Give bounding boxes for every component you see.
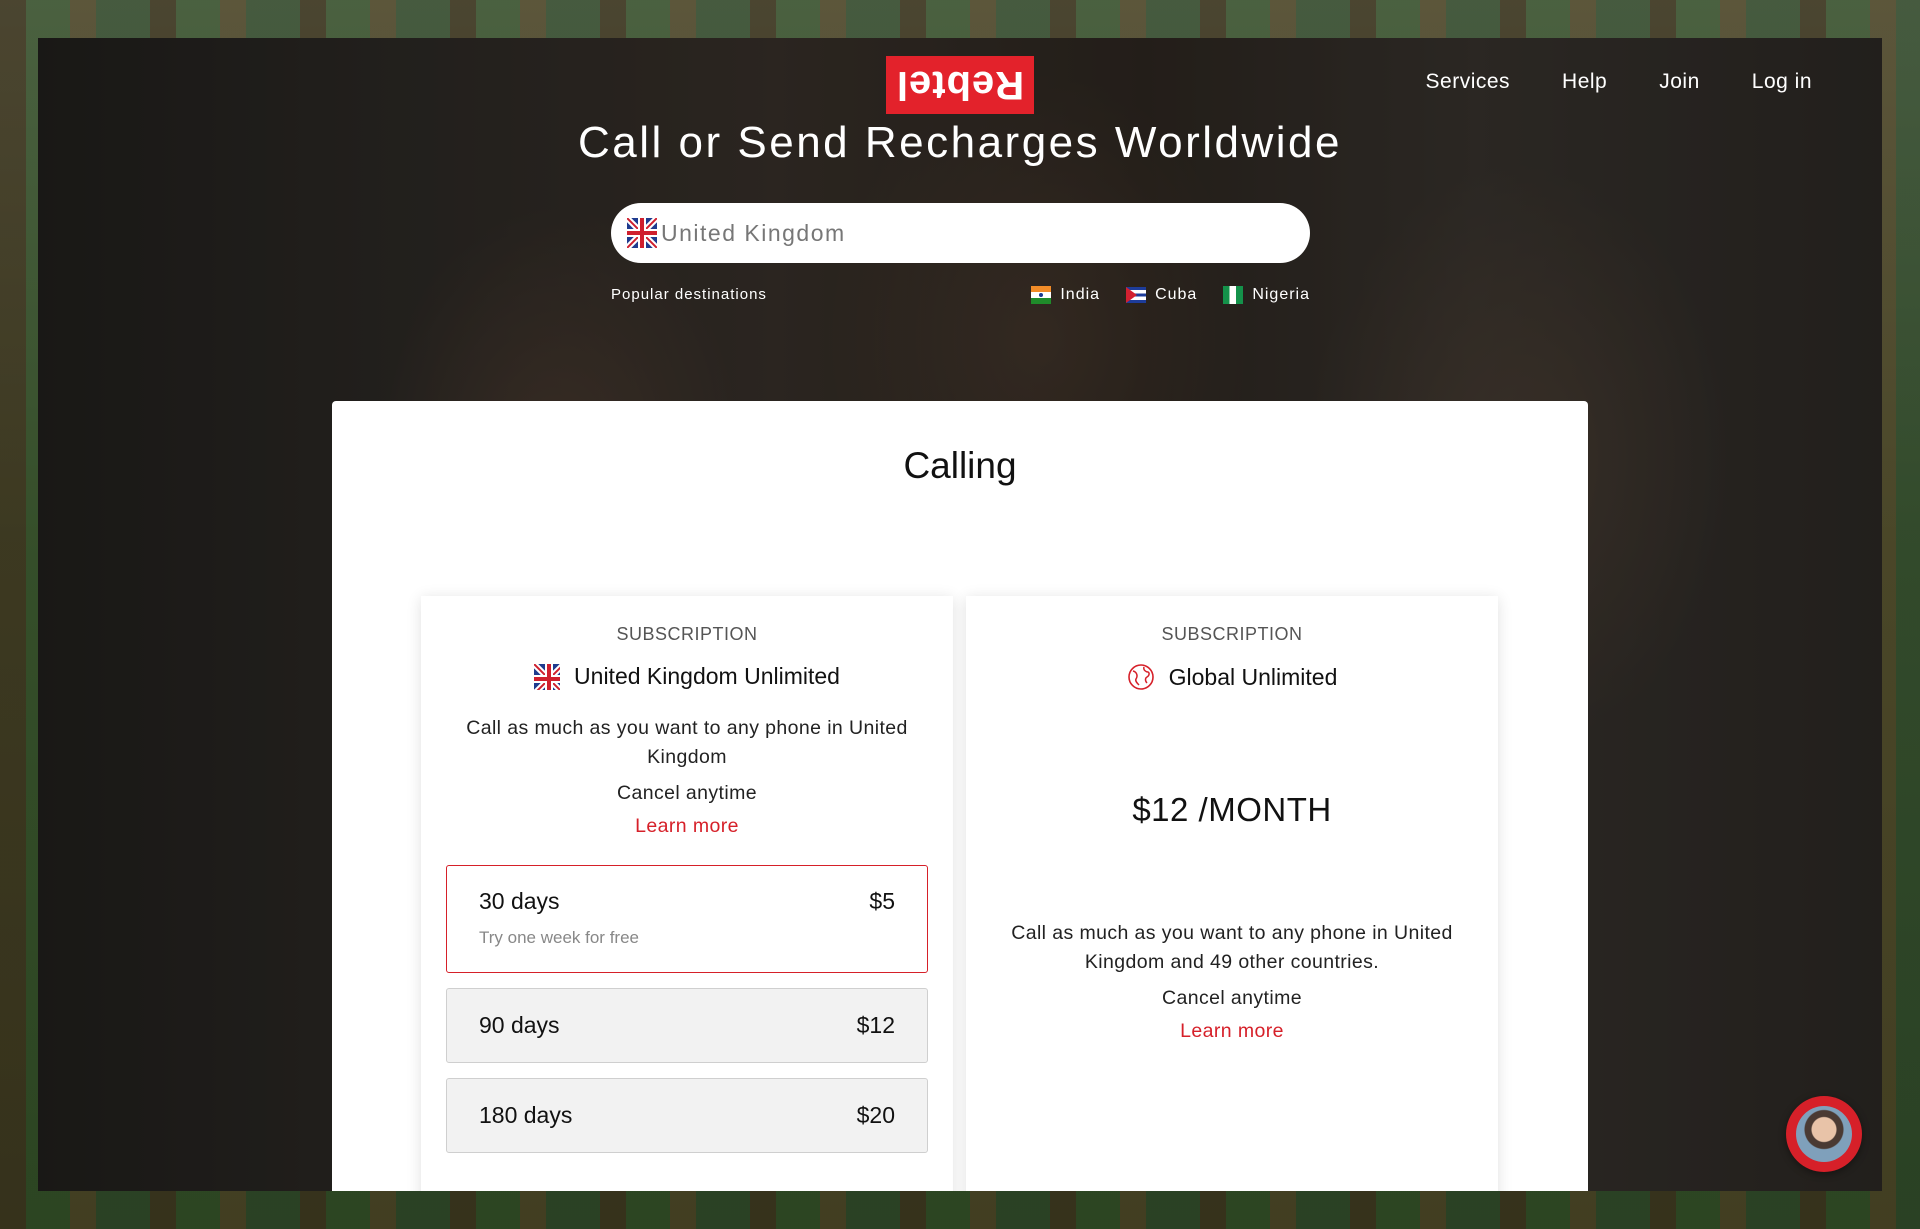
option-180-days[interactable]: 180 days $20	[446, 1078, 928, 1153]
popular-destinations-label: Popular destinations	[611, 286, 767, 303]
page-viewport: Rebtel Services Help Join Log in Call or…	[38, 38, 1882, 1191]
plan-title: Global Unlimited	[966, 663, 1498, 691]
plan-title: United Kingdom Unlimited	[421, 663, 953, 690]
destination-nigeria[interactable]: Nigeria	[1223, 286, 1310, 304]
destination-label: Nigeria	[1252, 286, 1310, 303]
plan-cancel-note: Cancel anytime	[617, 782, 757, 804]
nav-join[interactable]: Join	[1659, 70, 1700, 94]
calling-card: Calling SUBSCRIPTION United Kingdom Unli…	[332, 401, 1588, 1191]
uk-flag-icon	[534, 663, 561, 690]
plan-cancel-note: Cancel anytime	[1162, 987, 1302, 1009]
plan-uk-unlimited: SUBSCRIPTION United Kingdom Unlimited Ca…	[421, 596, 953, 1191]
plan-price: $12 /MONTH	[1132, 791, 1332, 828]
destination-label: India	[1060, 286, 1101, 303]
destination-india[interactable]: India	[1031, 286, 1100, 304]
option-price: $20	[856, 1102, 895, 1128]
nav-login[interactable]: Log in	[1752, 70, 1812, 94]
uk-flag-icon	[627, 218, 657, 248]
plan-title-text: United Kingdom Unlimited	[574, 663, 840, 689]
india-flag-icon	[1031, 286, 1052, 304]
option-30-days[interactable]: 30 days $5 Try one week for free	[446, 865, 928, 973]
option-duration: 30 days	[479, 888, 560, 914]
option-trial-note: Try one week for free	[479, 928, 639, 947]
plan-description: Call as much as you want to any phone in…	[1011, 922, 1453, 973]
option-duration: 180 days	[479, 1102, 573, 1128]
learn-more-link[interactable]: Learn more	[421, 815, 953, 838]
nigeria-flag-icon	[1223, 286, 1244, 304]
option-price: $12	[856, 1012, 895, 1038]
top-nav: Services Help Join Log in	[1426, 70, 1812, 94]
cuba-flag-icon	[1126, 287, 1147, 303]
destination-label: Cuba	[1155, 286, 1198, 303]
rebtel-logo[interactable]: Rebtel	[886, 56, 1034, 114]
option-duration: 90 days	[479, 1012, 560, 1038]
chat-support-button[interactable]	[1786, 1096, 1862, 1172]
plan-kicker: SUBSCRIPTION	[1161, 624, 1303, 644]
option-90-days[interactable]: 90 days $12	[446, 988, 928, 1063]
globe-icon	[1127, 664, 1154, 690]
duration-options: 30 days $5 Try one week for free 90 days…	[421, 865, 953, 1153]
chat-avatar-icon	[1796, 1106, 1852, 1162]
destination-cuba[interactable]: Cuba	[1126, 286, 1197, 304]
nav-services[interactable]: Services	[1426, 70, 1511, 94]
learn-more-link[interactable]: Learn more	[966, 1020, 1498, 1043]
hero: Rebtel Services Help Join Log in Call or…	[38, 38, 1882, 1191]
option-price: $5	[869, 888, 895, 914]
calling-heading: Calling	[903, 445, 1017, 486]
nav-help[interactable]: Help	[1562, 70, 1607, 94]
popular-destinations: India Cuba Nigeria	[1031, 286, 1310, 304]
plan-kicker: SUBSCRIPTION	[616, 624, 758, 644]
country-search[interactable]	[611, 203, 1310, 263]
hero-title: Call or Send Recharges Worldwide	[578, 118, 1342, 167]
plan-description: Call as much as you want to any phone in…	[466, 717, 908, 768]
plan-global-unlimited: SUBSCRIPTION Global Unlimited $12 /MONTH…	[966, 596, 1498, 1191]
plan-title-text: Global Unlimited	[1168, 663, 1338, 690]
country-search-input[interactable]	[661, 219, 1261, 247]
